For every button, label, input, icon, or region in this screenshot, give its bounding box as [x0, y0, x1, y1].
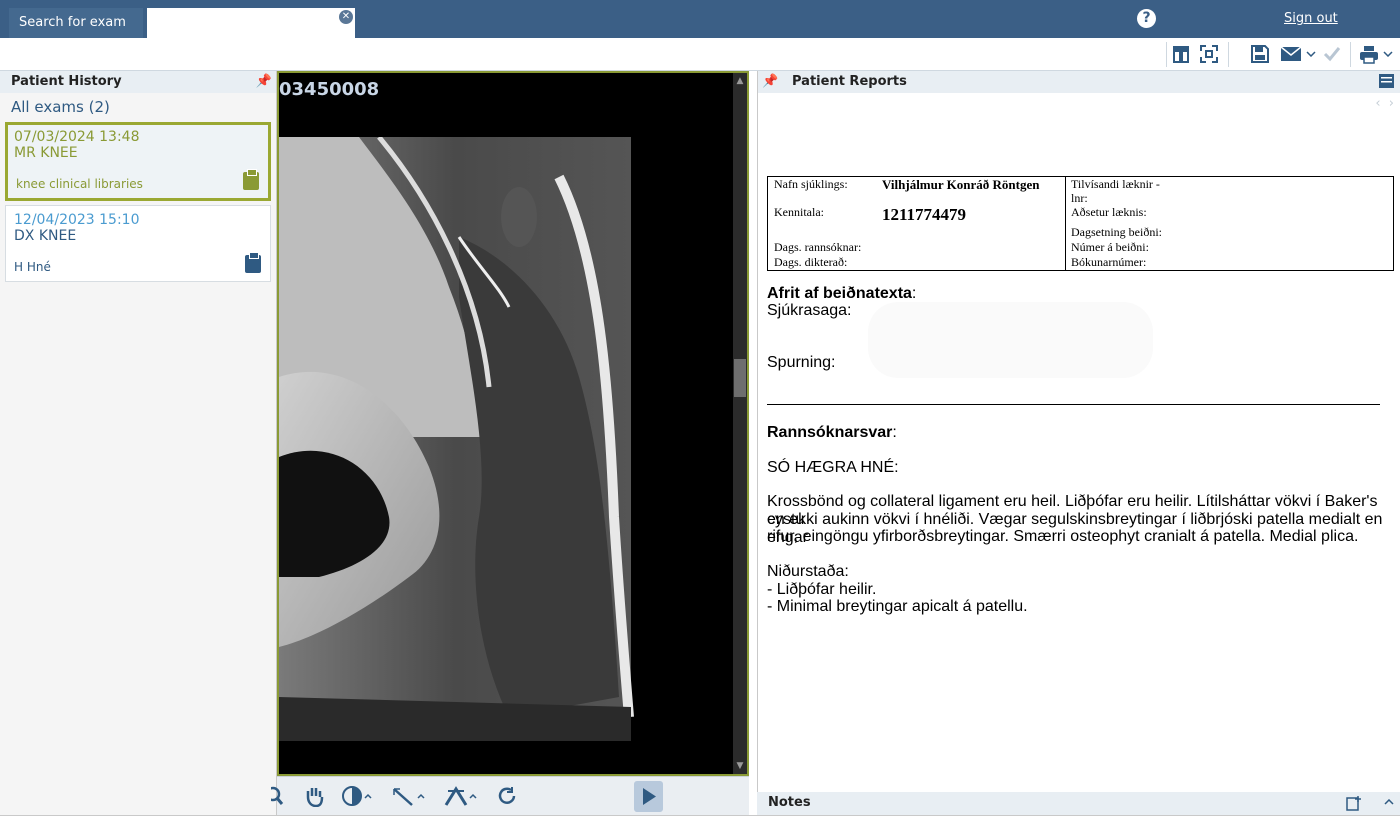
booking-number-label: Bókunarnúmer: — [1071, 255, 1147, 269]
ssn-value: 1211774479 — [882, 205, 967, 224]
referring-doctor-label: Tilvísandi læknir - — [1071, 177, 1160, 191]
panel-header: Patient History 📌 — [0, 71, 276, 93]
exam-modality: DX KNEE — [14, 228, 77, 244]
conclusion-label: Niðurstaða: — [767, 563, 849, 580]
scroll-down-icon[interactable]: ▼ — [735, 761, 745, 771]
all-exams-filter[interactable]: All exams (2) — [0, 93, 276, 121]
exam-description: H Hné — [14, 260, 51, 274]
ssn-label: Kennitala: — [774, 205, 824, 219]
toolbar-divider — [1228, 42, 1229, 67]
exam-modality: MR KNEE — [14, 145, 78, 161]
exam-datetime: 07/03/2024 13:48 — [14, 129, 140, 145]
chevron-up-icon[interactable] — [1384, 799, 1394, 805]
request-heading: Afrit af beiðnatexta: — [767, 285, 917, 302]
mri-image[interactable] — [279, 137, 735, 741]
status-bar — [0, 815, 1400, 821]
report-document: Nafn sjúklings: Vilhjálmur Konráð Röntge… — [758, 146, 1400, 792]
print-icon[interactable] — [1358, 43, 1380, 65]
top-bar: Search for exam ✕ ? Sign out — [0, 0, 1400, 38]
report-divider — [767, 404, 1380, 405]
report-clipboard-icon[interactable] — [243, 169, 259, 190]
panel-header: 📌 Patient Reports — [758, 71, 1400, 93]
findings-line: rifur, eingöngu yfirborðsbreytingar. Smæ… — [767, 528, 1359, 545]
patient-reports-panel: 📌 Patient Reports ‹ › Nafn sjúklings: Vi… — [757, 71, 1400, 815]
tab-active-exam[interactable]: ✕ — [147, 8, 355, 38]
exam-description: knee clinical libraries — [16, 177, 143, 191]
save-icon[interactable] — [1249, 43, 1271, 65]
viewer-toolbar — [265, 776, 749, 815]
panel-title: Patient History — [11, 74, 122, 89]
notes-label: Notes — [768, 795, 811, 810]
pin-icon[interactable]: 📌 — [762, 74, 778, 89]
reset-icon[interactable] — [496, 785, 518, 809]
panel-title: Patient Reports — [792, 74, 907, 89]
request-date-label: Dagsetning beiðni: — [1071, 225, 1162, 239]
chevron-down-icon[interactable] — [1305, 43, 1317, 65]
tab-search-for-exam[interactable]: Search for exam — [9, 8, 143, 38]
annotate-icon[interactable] — [444, 785, 480, 809]
scroll-thumb[interactable] — [734, 358, 746, 397]
help-icon[interactable]: ? — [1137, 9, 1156, 28]
history-label: Sjúkrasaga: — [767, 302, 852, 319]
answer-heading: Rannsóknarsvar: — [767, 424, 897, 441]
report-list-icon[interactable] — [1379, 74, 1394, 88]
accession-number: 03450008 — [279, 79, 380, 100]
check-icon[interactable] — [1322, 43, 1342, 65]
notes-bar[interactable]: Notes — [757, 792, 1400, 815]
zoom-icon[interactable] — [265, 785, 285, 809]
main-toolbar — [0, 38, 1400, 71]
fullscreen-icon[interactable] — [1198, 43, 1220, 65]
patient-name: Vilhjálmur Konráð Röntgen — [882, 177, 1040, 192]
findings-title: SÓ HÆGRA HNÉ: — [767, 459, 899, 476]
exam-datetime: 12/04/2023 15:10 — [14, 212, 140, 228]
pan-hand-icon[interactable] — [304, 785, 324, 809]
compare-icon[interactable] — [1170, 43, 1192, 65]
scroll-up-icon[interactable]: ▲ — [735, 76, 745, 86]
previous-report-icon[interactable]: ‹ — [1375, 96, 1380, 111]
conclusion-item: - Minimal breytingar apicalt á patellu. — [767, 598, 1028, 615]
toolbar-divider — [1166, 42, 1167, 67]
exam-date-label: Dags. rannsóknar: — [774, 240, 862, 254]
viewer-scrollbar[interactable]: ▲ ▼ — [733, 73, 747, 774]
patient-name-label: Nafn sjúklings: — [774, 177, 848, 191]
exam-item[interactable]: 12/04/2023 15:10 DX KNEE H Hné — [5, 205, 271, 282]
doctor-location-label: Aðsetur læknis: — [1071, 205, 1147, 219]
report-clipboard-icon[interactable] — [245, 252, 261, 273]
close-icon[interactable]: ✕ — [339, 10, 353, 24]
image-viewer[interactable]: 03450008 ▲ ▼ — [277, 71, 749, 776]
measure-line-icon[interactable] — [392, 785, 428, 809]
exam-item[interactable]: 07/03/2024 13:48 MR KNEE knee clinical l… — [5, 122, 271, 201]
pin-icon[interactable]: 📌 — [256, 74, 272, 89]
next-report-icon[interactable]: › — [1389, 96, 1394, 111]
mail-icon[interactable] — [1280, 43, 1302, 65]
chevron-down-icon[interactable] — [1382, 43, 1394, 65]
dictated-date-label: Dags. dikterað: — [774, 255, 848, 269]
toolbar-divider — [1350, 42, 1351, 67]
conclusion-item: - Liðþófar heilir. — [767, 581, 877, 598]
question-label: Spurning: — [767, 354, 836, 371]
report-header-table: Nafn sjúklings: Vilhjálmur Konráð Röntge… — [767, 176, 1394, 271]
patient-history-panel: Patient History 📌 All exams (2) 07/03/20… — [0, 71, 277, 815]
request-number-label: Númer á beiðni: — [1071, 240, 1149, 254]
report-nav: ‹ › — [1375, 96, 1394, 111]
sign-out-link[interactable]: Sign out — [1284, 11, 1338, 26]
window-level-icon[interactable] — [341, 785, 375, 809]
add-note-icon[interactable] — [1346, 795, 1362, 811]
redacted-area — [868, 302, 1153, 378]
play-button[interactable] — [634, 781, 663, 812]
table-divider — [1065, 177, 1066, 270]
referring-doctor-label-2: lnr: — [1071, 191, 1088, 205]
